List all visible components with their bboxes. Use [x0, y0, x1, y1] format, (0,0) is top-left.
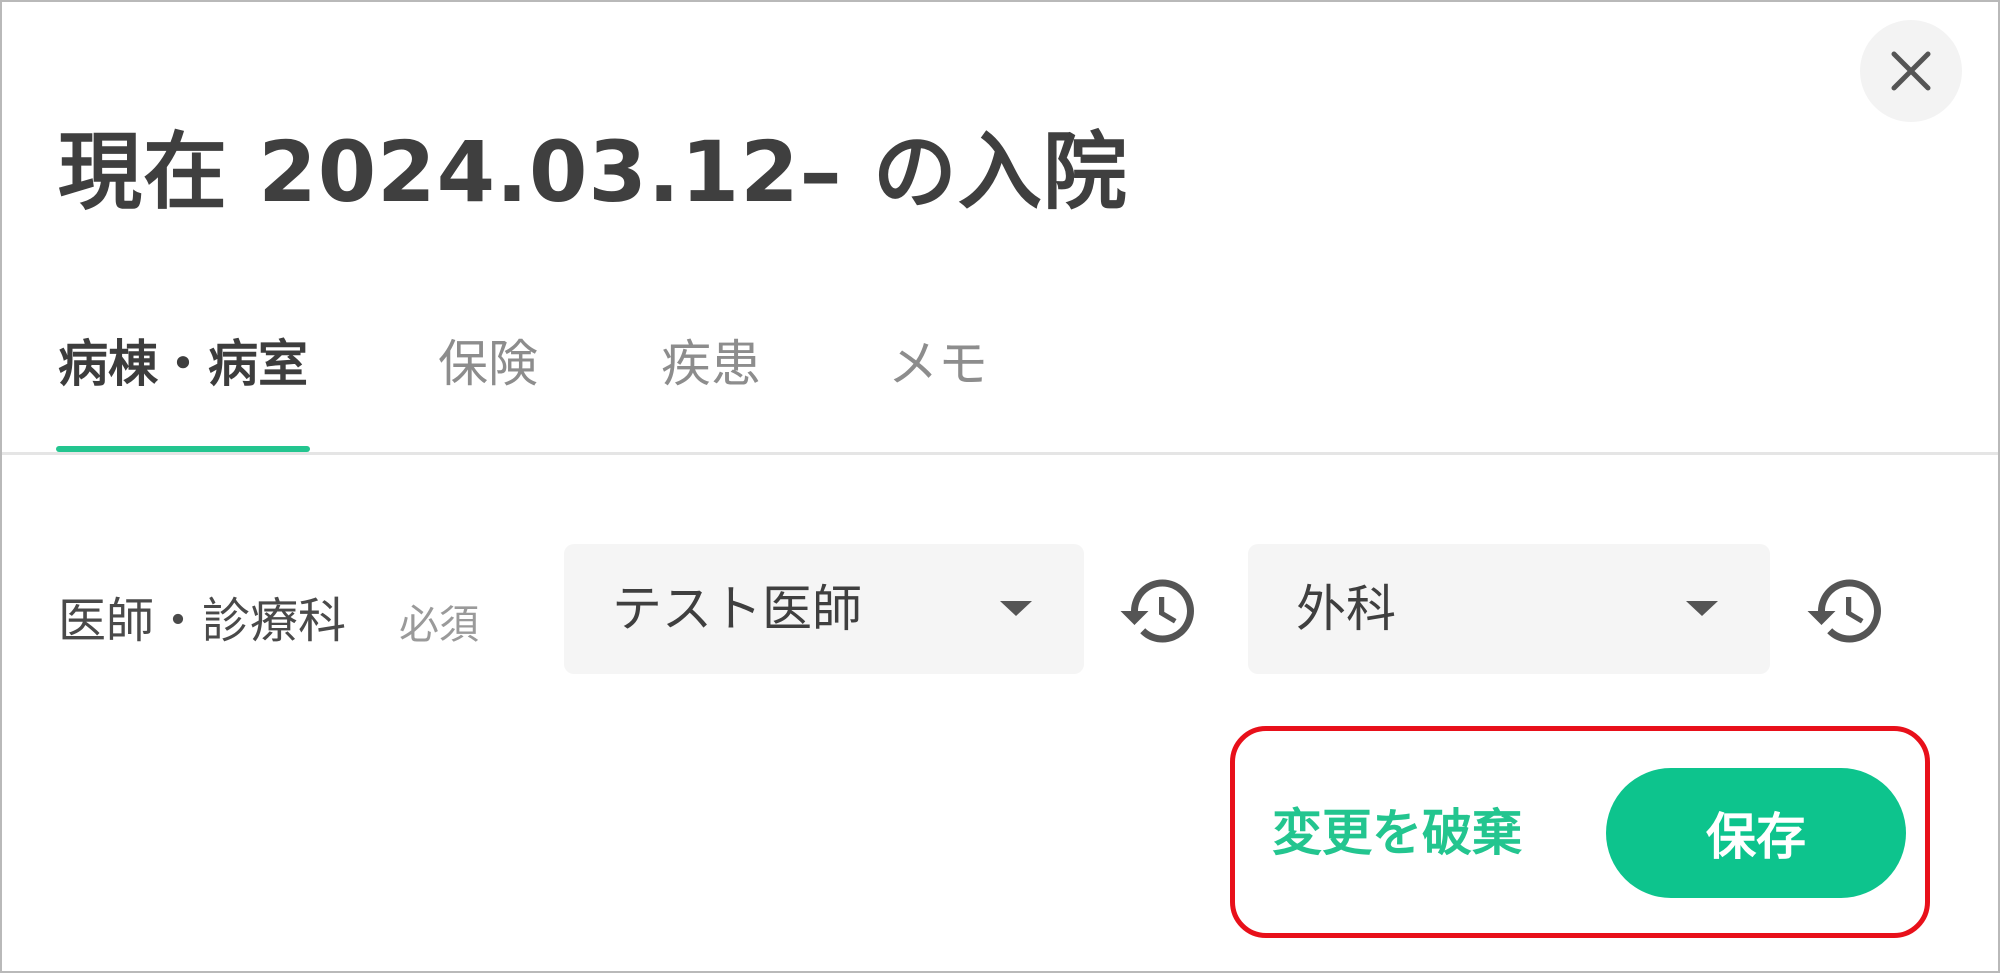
tab-memo[interactable]: メモ	[888, 324, 988, 452]
tab-ward-room[interactable]: 病棟・病室	[56, 324, 310, 452]
doctor-select-value: テスト医師	[612, 580, 862, 638]
tab-bar: 病棟・病室 保険 疾患 メモ	[2, 324, 1998, 455]
admission-dialog: 現在 2024.03.12– の入院 病棟・病室 保険 疾患 メモ 医師・診療科…	[0, 0, 2000, 973]
doctor-department-label: 医師・診療科	[58, 593, 347, 649]
doctor-select[interactable]: テスト医師	[564, 544, 1084, 674]
department-select-value: 外科	[1296, 580, 1396, 638]
close-icon	[1891, 51, 1931, 91]
save-button[interactable]: 保存	[1606, 768, 1906, 898]
required-badge: 必須	[399, 602, 479, 648]
history-icon	[1120, 579, 1194, 643]
doctor-history-button[interactable]	[1116, 568, 1202, 654]
discard-changes-button[interactable]: 変更を破棄	[1272, 798, 1522, 868]
close-button[interactable]	[1860, 20, 1962, 122]
caret-down-icon	[1000, 601, 1032, 616]
caret-down-icon	[1686, 601, 1718, 616]
history-icon	[1807, 579, 1881, 643]
dialog-title: 現在 2024.03.12– の入院	[58, 123, 1128, 221]
tab-insurance[interactable]: 保険	[438, 324, 538, 452]
tab-disease[interactable]: 疾患	[661, 324, 761, 452]
department-history-button[interactable]	[1803, 568, 1889, 654]
department-select[interactable]: 外科	[1248, 544, 1770, 674]
